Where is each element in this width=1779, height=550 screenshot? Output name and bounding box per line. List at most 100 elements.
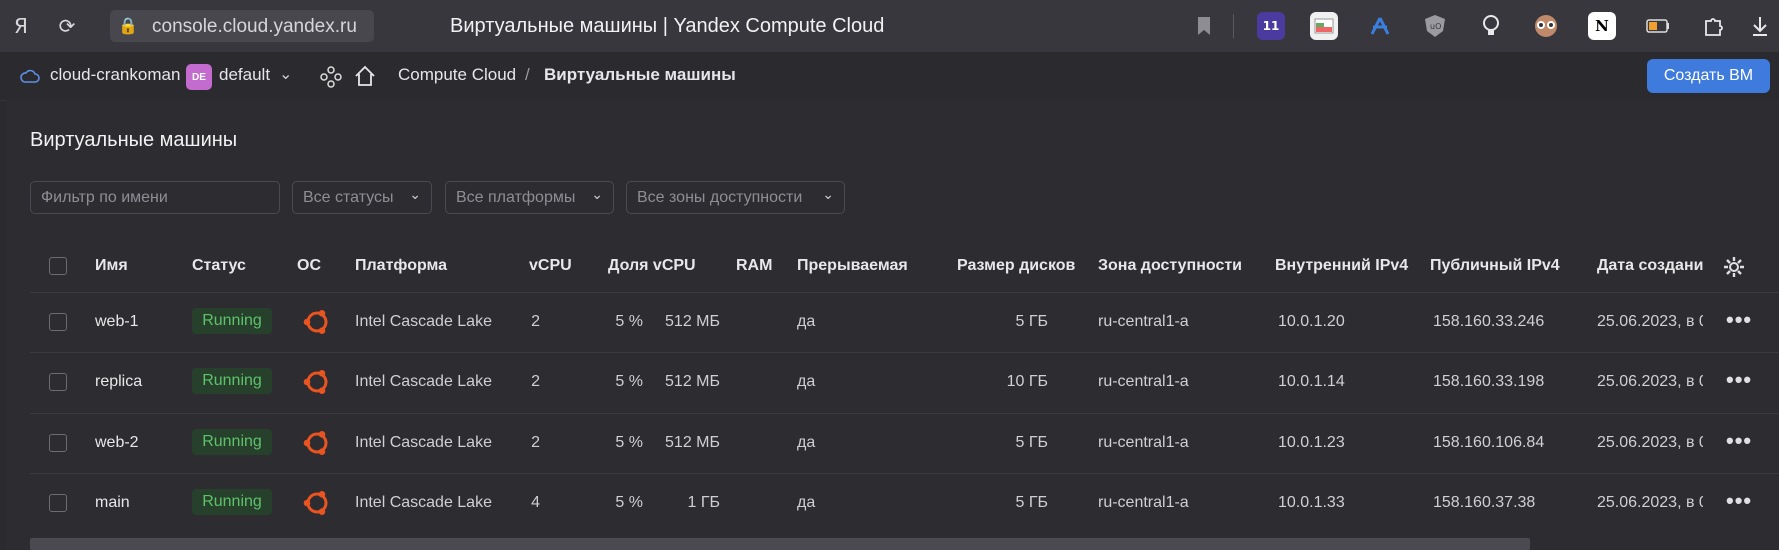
name-filter-input[interactable]: Фильтр по имени (30, 181, 280, 214)
created-value: 25.06.2023, в 0 (1597, 313, 1703, 330)
zone-value: ru-central1-a (1098, 373, 1189, 390)
row-actions-more-icon[interactable]: ••• (1726, 428, 1752, 454)
ubuntu-icon (303, 370, 328, 394)
owl-extension-icon[interactable] (1532, 12, 1560, 40)
preemptible-value: да (797, 434, 816, 451)
vm-name-link[interactable]: main (95, 494, 130, 512)
home-icon[interactable] (354, 65, 376, 87)
vcpu-share-value: 5 % (615, 434, 643, 451)
platform-filter-select[interactable]: Все платформы ⌄ (445, 181, 614, 214)
create-vm-button[interactable]: Создать ВМ (1647, 59, 1770, 93)
ubuntu-icon (303, 491, 328, 515)
public-ip-value: 158.160.106.84 (1433, 434, 1545, 451)
breadcrumb-cloud[interactable]: cloud-crankoman (50, 65, 180, 85)
table-row[interactable]: web-1 Running Intel Cascade Lake 2 5 % 512 МБ… (30, 292, 1779, 353)
download-icon[interactable] (1747, 13, 1773, 39)
battery-icon[interactable] (1644, 12, 1672, 40)
services-icon[interactable] (320, 66, 342, 88)
column-header-os[interactable]: ОС (297, 257, 321, 275)
page-title: Виртуальные машины | Yandex Compute Clou… (450, 15, 885, 37)
status-badge: Running (192, 429, 272, 455)
vcpu-value: 4 (531, 494, 540, 511)
column-header-vcpu[interactable]: vCPU (529, 257, 572, 275)
preemptible-value: да (797, 313, 816, 330)
column-header-zone[interactable]: Зона доступности (1098, 257, 1242, 275)
ram-value: 512 МБ (665, 313, 720, 330)
row-checkbox[interactable] (49, 313, 67, 331)
row-actions-more-icon[interactable]: ••• (1726, 488, 1752, 514)
ram-value: 1 ГБ (687, 494, 720, 511)
select-all-checkbox[interactable] (49, 257, 67, 275)
breadcrumb-separator: / (525, 65, 530, 84)
disk-size-value: 10 ГБ (1006, 373, 1048, 390)
vm-name-link[interactable]: web-2 (95, 434, 139, 452)
row-checkbox[interactable] (49, 494, 67, 512)
zone-filter-select[interactable]: Все зоны доступности ⌄ (626, 181, 845, 214)
status-filter-label: Все статусы (303, 189, 394, 206)
name-filter-placeholder: Фильтр по имени (41, 189, 168, 206)
lock-icon: 🔒 (118, 16, 138, 35)
disk-size-value: 5 ГБ (1015, 434, 1048, 451)
public-ip-value: 158.160.37.38 (1433, 494, 1536, 511)
table-settings-gear-icon[interactable] (1722, 255, 1746, 279)
bookmark-icon[interactable] (1191, 13, 1217, 39)
column-header-disk-size[interactable]: Размер дисков (957, 257, 1075, 275)
platform-filter-label: Все платформы (456, 189, 576, 206)
folder-chevron-down-icon[interactable]: ⌄ (279, 64, 292, 83)
chevron-down-icon: ⌄ (591, 187, 603, 203)
table-row[interactable]: main Running Intel Cascade Lake 4 5 % 1 ГБ да 5… (30, 473, 1779, 534)
blue-extension-icon[interactable] (1366, 12, 1394, 40)
image-extension-icon[interactable] (1310, 12, 1338, 40)
platform-value: Intel Cascade Lake (355, 313, 492, 330)
platform-value: Intel Cascade Lake (355, 373, 492, 390)
row-checkbox[interactable] (49, 434, 67, 452)
column-header-platform[interactable]: Платформа (355, 257, 447, 275)
platform-value: Intel Cascade Lake (355, 434, 492, 451)
vm-name-link[interactable]: web-1 (95, 313, 139, 331)
notion-icon[interactable]: N (1588, 12, 1616, 40)
ublock-icon[interactable]: uO (1421, 12, 1449, 40)
column-header-status[interactable]: Статус (192, 257, 246, 275)
extension-11-icon[interactable]: 11 (1257, 12, 1285, 40)
created-value: 25.06.2023, в 0 (1597, 494, 1703, 511)
public-ip-value: 158.160.33.246 (1433, 313, 1545, 330)
breadcrumb-service[interactable]: Compute Cloud (398, 65, 516, 85)
breadcrumb-folder[interactable]: default (219, 65, 270, 85)
address-url: console.cloud.yandex.ru (152, 16, 357, 37)
vm-name-link[interactable]: replica (95, 373, 142, 391)
status-filter-select[interactable]: Все статусы ⌄ (292, 181, 432, 214)
reload-icon[interactable]: ⟳ (54, 13, 80, 39)
extension-badge: 11 (1262, 19, 1280, 33)
created-value: 25.06.2023, в 0 (1597, 373, 1703, 390)
column-header-internal-ip[interactable]: Внутренний IPv4 (1275, 257, 1408, 275)
internal-ip-value: 10.0.1.14 (1278, 373, 1345, 390)
column-header-ram[interactable]: RAM (736, 257, 772, 275)
column-header-public-ip[interactable]: Публичный IPv4 (1430, 257, 1560, 275)
vcpu-value: 2 (531, 313, 540, 330)
platform-value: Intel Cascade Lake (355, 494, 492, 511)
lightbulb-icon[interactable] (1477, 12, 1505, 40)
row-actions-more-icon[interactable]: ••• (1726, 367, 1752, 393)
chevron-down-icon: ⌄ (409, 187, 421, 203)
table-row[interactable]: replica Running Intel Cascade Lake 2 5 % 512 … (30, 352, 1779, 413)
vcpu-value: 2 (531, 434, 540, 451)
ram-value: 512 МБ (665, 373, 720, 390)
status-badge: Running (192, 489, 272, 515)
internal-ip-value: 10.0.1.20 (1278, 313, 1345, 330)
row-checkbox[interactable] (49, 373, 67, 391)
column-header-preemptible[interactable]: Прерываемая (797, 257, 908, 275)
vcpu-share-value: 5 % (615, 313, 643, 330)
table-row[interactable]: web-2 Running Intel Cascade Lake 2 5 % 512 МБ… (30, 413, 1779, 474)
column-header-name[interactable]: Имя (95, 257, 128, 275)
page-heading: Виртуальные машины (30, 129, 238, 151)
yandex-logo-icon[interactable]: Я (8, 13, 34, 39)
preemptible-value: да (797, 373, 816, 390)
column-header-created[interactable]: Дата создания (1597, 257, 1703, 275)
column-header-vcpu-share[interactable]: Доля vCPU (608, 257, 696, 275)
horizontal-scrollbar[interactable] (30, 538, 1530, 550)
extensions-puzzle-icon[interactable] (1699, 12, 1727, 40)
row-actions-more-icon[interactable]: ••• (1726, 307, 1752, 333)
address-bar[interactable]: 🔒 console.cloud.yandex.ru (110, 10, 374, 42)
breadcrumb-current: Виртуальные машины (544, 65, 736, 84)
status-badge: Running (192, 308, 272, 334)
